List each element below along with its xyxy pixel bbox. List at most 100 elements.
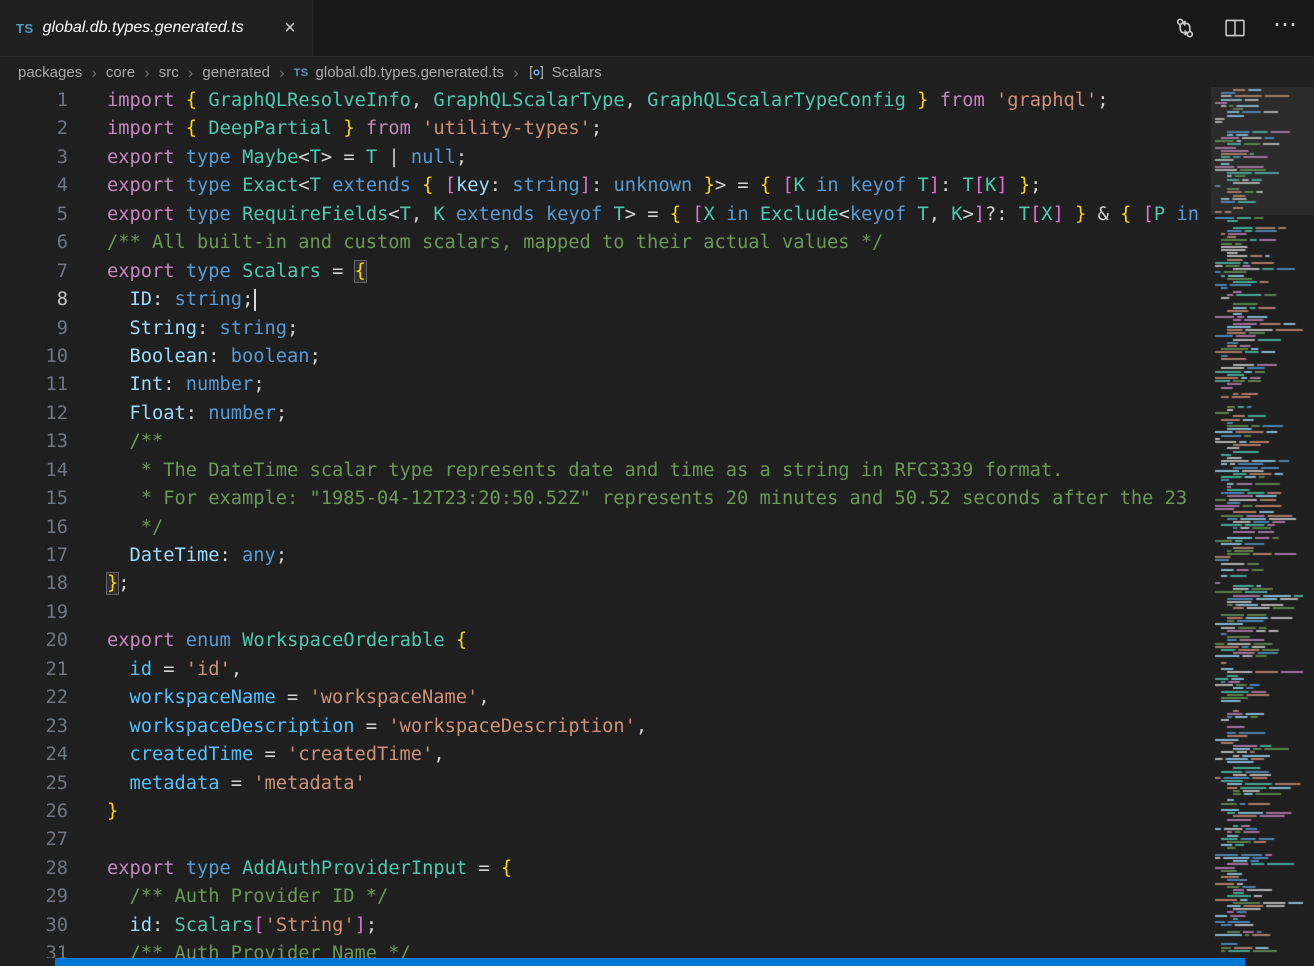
code-text: };: [68, 570, 130, 598]
code-line-8[interactable]: 8 ID: string;: [0, 286, 1314, 314]
code-line-22[interactable]: 22 workspaceName = 'workspaceName',: [0, 684, 1314, 712]
code-line-24[interactable]: 24 createdTime = 'createdTime',: [0, 741, 1314, 769]
code-text: /**: [68, 428, 163, 456]
line-number[interactable]: 4: [0, 172, 68, 200]
line-number[interactable]: 13: [0, 428, 68, 456]
line-number[interactable]: 11: [0, 371, 68, 399]
line-number[interactable]: 26: [0, 798, 68, 826]
ts-file-icon: TS: [294, 67, 309, 79]
breadcrumb-label: generated: [202, 64, 270, 81]
code-line-20[interactable]: 20export enum WorkspaceOrderable {: [0, 627, 1314, 655]
tab-global-db-types-generated-ts[interactable]: TS global.db.types.generated.ts ×: [0, 0, 313, 56]
code-line-28[interactable]: 28export type AddAuthProviderInput = {: [0, 855, 1314, 883]
breadcrumb-item-packages[interactable]: packages: [18, 64, 82, 81]
code-line-1[interactable]: 1import { GraphQLResolveInfo, GraphQLSca…: [0, 87, 1314, 115]
line-number[interactable]: 8: [0, 286, 68, 314]
line-number[interactable]: 28: [0, 855, 68, 883]
code-line-9[interactable]: 9 String: string;: [0, 315, 1314, 343]
line-number[interactable]: 25: [0, 770, 68, 798]
line-number[interactable]: 15: [0, 485, 68, 513]
code-line-29[interactable]: 29 /** Auth Provider ID */: [0, 883, 1314, 911]
breadcrumb-item-generated[interactable]: generated: [202, 64, 270, 81]
code-line-13[interactable]: 13 /**: [0, 428, 1314, 456]
code-text: /** Auth Provider Name */: [68, 940, 411, 958]
code-line-15[interactable]: 15 * For example: "1985-04-12T23:20:50.5…: [0, 485, 1314, 513]
code-text: }: [68, 798, 118, 826]
line-number[interactable]: 30: [0, 912, 68, 940]
line-number[interactable]: 18: [0, 570, 68, 598]
breadcrumb: packages›core›src›generated›TSglobal.db.…: [0, 58, 1314, 87]
line-number[interactable]: 2: [0, 115, 68, 143]
code-line-17[interactable]: 17 DateTime: any;: [0, 542, 1314, 570]
line-number[interactable]: 5: [0, 201, 68, 229]
line-number[interactable]: 6: [0, 229, 68, 257]
tab-close-button[interactable]: ×: [278, 16, 302, 40]
breadcrumb-label: global.db.types.generated.ts: [316, 64, 504, 81]
code-line-21[interactable]: 21 id = 'id',: [0, 656, 1314, 684]
line-number[interactable]: 19: [0, 599, 68, 627]
code-line-19[interactable]: 19: [0, 599, 1314, 627]
code-area: 1import { GraphQLResolveInfo, GraphQLSca…: [0, 87, 1314, 958]
code-text: String: string;: [68, 315, 298, 343]
code-line-16[interactable]: 16 */: [0, 514, 1314, 542]
line-number[interactable]: 7: [0, 258, 68, 286]
minimap[interactable]: [1211, 87, 1314, 958]
code-line-23[interactable]: 23 workspaceDescription = 'workspaceDesc…: [0, 713, 1314, 741]
code-text: export enum WorkspaceOrderable {: [68, 627, 467, 655]
code-line-4[interactable]: 4export type Exact<T extends { [key: str…: [0, 172, 1314, 200]
breadcrumb-separator: ›: [188, 64, 194, 81]
line-number[interactable]: 23: [0, 713, 68, 741]
code-text: */: [68, 514, 163, 542]
more-actions-button[interactable]: ⋯: [1272, 15, 1298, 41]
line-number[interactable]: 21: [0, 656, 68, 684]
symbol-type-icon: [528, 64, 545, 81]
code-line-25[interactable]: 25 metadata = 'metadata': [0, 770, 1314, 798]
breadcrumb-item-src[interactable]: src: [159, 64, 179, 81]
editor-actions: ⋯: [1172, 0, 1314, 56]
line-number[interactable]: 14: [0, 457, 68, 485]
line-number[interactable]: 3: [0, 144, 68, 172]
code-line-27[interactable]: 27: [0, 826, 1314, 854]
line-number[interactable]: 29: [0, 883, 68, 911]
code-line-30[interactable]: 30 id: Scalars['String'];: [0, 912, 1314, 940]
ts-file-icon: TS: [16, 21, 34, 36]
line-number[interactable]: 22: [0, 684, 68, 712]
code-line-2[interactable]: 2import { DeepPartial } from 'utility-ty…: [0, 115, 1314, 143]
code-line-7[interactable]: 7export type Scalars = {: [0, 258, 1314, 286]
line-number[interactable]: 17: [0, 542, 68, 570]
code-line-26[interactable]: 26}: [0, 798, 1314, 826]
line-number[interactable]: 12: [0, 400, 68, 428]
code-text: ID: string;: [68, 286, 256, 314]
minimap-slider[interactable]: [1211, 87, 1314, 215]
line-number[interactable]: 31: [0, 940, 68, 958]
line-number[interactable]: 27: [0, 826, 68, 854]
breadcrumb-item-global-db-types-generated-ts[interactable]: TS global.db.types.generated.ts: [294, 64, 504, 81]
line-number[interactable]: 10: [0, 343, 68, 371]
code-line-31[interactable]: 31 /** Auth Provider Name */: [0, 940, 1314, 958]
breadcrumb-item-scalars[interactable]: Scalars: [528, 64, 602, 81]
breadcrumb-item-core[interactable]: core: [106, 64, 135, 81]
line-number[interactable]: 20: [0, 627, 68, 655]
code-line-3[interactable]: 3export type Maybe<T> = T | null;: [0, 144, 1314, 172]
line-number[interactable]: 16: [0, 514, 68, 542]
code-line-6[interactable]: 6/** All built-in and custom scalars, ma…: [0, 229, 1314, 257]
line-number[interactable]: 9: [0, 315, 68, 343]
code-line-12[interactable]: 12 Float: number;: [0, 400, 1314, 428]
editor[interactable]: 1import { GraphQLResolveInfo, GraphQLSca…: [0, 87, 1314, 958]
line-number[interactable]: 1: [0, 87, 68, 115]
code-line-14[interactable]: 14 * The DateTime scalar type represents…: [0, 457, 1314, 485]
breadcrumb-separator: ›: [513, 64, 519, 81]
code-text: import { DeepPartial } from 'utility-typ…: [68, 115, 602, 143]
compare-changes-button[interactable]: [1172, 15, 1198, 41]
code-text: id = 'id',: [68, 656, 242, 684]
code-line-18[interactable]: 18};: [0, 570, 1314, 598]
code-text: * For example: "1985-04-12T23:20:50.52Z"…: [68, 485, 1187, 513]
code-line-5[interactable]: 5export type RequireFields<T, K extends …: [0, 201, 1314, 229]
code-text: DateTime: any;: [68, 542, 287, 570]
code-text: /** All built-in and custom scalars, map…: [68, 229, 883, 257]
split-editor-button[interactable]: [1222, 15, 1248, 41]
code-line-11[interactable]: 11 Int: number;: [0, 371, 1314, 399]
code-line-10[interactable]: 10 Boolean: boolean;: [0, 343, 1314, 371]
line-number[interactable]: 24: [0, 741, 68, 769]
status-bar: [55, 958, 1245, 966]
